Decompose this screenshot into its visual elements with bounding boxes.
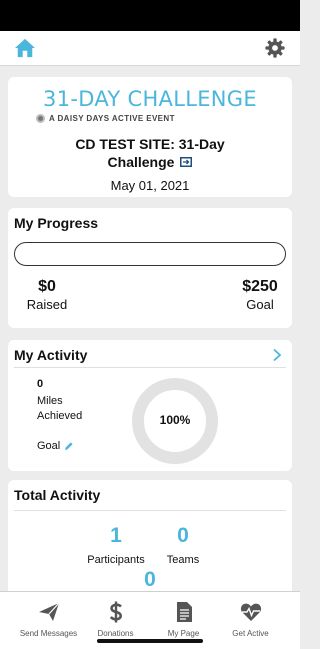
tab-get-active[interactable]: Get Active [213,592,288,649]
progress-title: My Progress [14,215,99,231]
document-icon [177,602,192,622]
activity-percent: 100% [159,413,191,427]
activity-divider [14,367,286,368]
daisy-icon [36,114,45,123]
tab-send-messages[interactable]: Send Messages [11,592,86,649]
participants-label: Participants [87,554,145,566]
dollar-icon [109,601,123,623]
tab-donations-label: Donations [97,629,134,638]
total-activity-card: Total Activity 1 Participants 0 Teams 0 [8,480,292,600]
total-activity-title: Total Activity [14,487,101,503]
activity-goal-label: Goal [37,440,61,452]
goal-value: $250 [242,278,278,295]
home-indicator [97,639,203,643]
pencil-icon [65,442,73,450]
participants-value: 1 [110,524,122,547]
event-name-line2-wrap: Challenge [108,153,193,171]
event-name-line2: Challenge [107,154,175,170]
activity-title: My Activity [14,347,88,363]
activity-card[interactable]: My Activity 0 Miles Achieved Goal 100% [8,340,292,471]
gear-icon[interactable] [265,38,285,58]
activity-unit-line1: Miles [37,395,63,407]
fundraising-progress-bar [14,242,286,266]
third-stat: 0 [133,568,167,592]
tab-send-messages-label: Send Messages [19,629,78,638]
activity-unit: Miles Achieved [37,394,82,424]
goal-amount: $250 Goal [230,278,290,312]
event-date: May 01, 2021 [110,178,190,193]
event-card: 31-DAY CHALLENGE A DAISY DAYS ACTIVE EVE… [8,77,292,197]
third-stat-value: 0 [144,568,156,591]
teams-stat: 0 Teams [158,524,208,566]
home-icon[interactable] [14,38,36,58]
event-name: CD TEST SITE: 31-Day Challenge [8,135,292,171]
tab-my-page-label: My Page [167,629,200,638]
paper-plane-icon [39,602,60,621]
status-bar [0,0,300,31]
event-logo-subtitle-text: A DAISY DAYS ACTIVE EVENT [49,114,175,123]
teams-value: 0 [177,524,189,547]
event-logo-title: 31-DAY CHALLENGE [43,87,257,111]
participants-stat: 1 Participants [80,524,152,566]
heart-pulse-icon [240,603,262,621]
chevron-right-icon[interactable] [272,348,282,362]
event-name-line1: CD TEST SITE: 31-Day [75,136,225,152]
total-divider [14,510,286,511]
raised-amount: $0 Raised [17,278,77,312]
progress-card: My Progress $0 Raised $250 Goal [8,208,292,328]
teams-label: Teams [166,554,200,566]
raised-label: Raised [26,297,68,312]
tab-get-active-label: Get Active [232,629,269,638]
open-event-icon[interactable] [180,157,193,167]
activity-unit-line2: Achieved [37,410,83,422]
activity-value: 0 [37,378,44,390]
app-header [0,31,300,66]
goal-label: Goal [246,297,274,312]
raised-value: $0 [38,278,56,295]
event-logo-subtitle: A DAISY DAYS ACTIVE EVENT [36,114,175,123]
edit-goal-button[interactable]: Goal [37,440,74,452]
